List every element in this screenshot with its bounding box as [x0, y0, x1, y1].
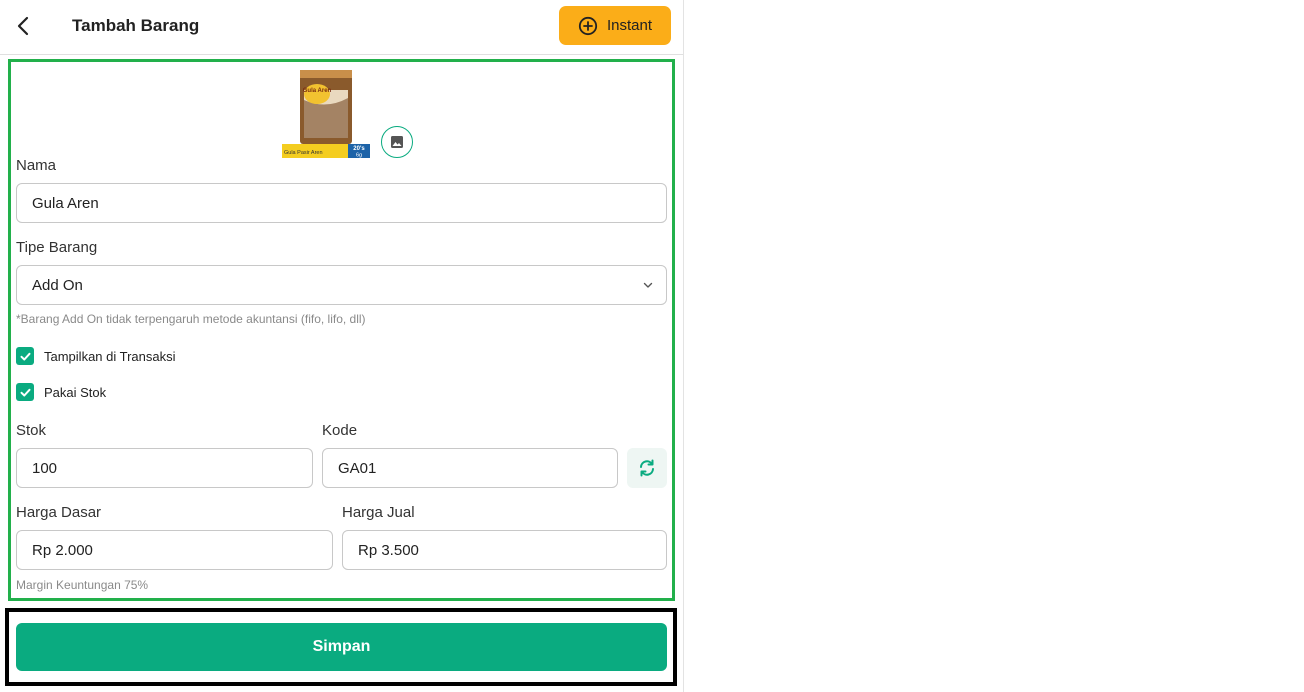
base-price-input[interactable]: Rp 2.000: [16, 530, 333, 570]
product-image-badge-bottom: 6g: [356, 153, 362, 159]
stock-input[interactable]: 100: [16, 448, 313, 488]
name-label: Nama: [16, 157, 57, 174]
item-type-note: *Barang Add On tidak terpengaruh metode …: [16, 312, 366, 326]
product-image-caption: Gula Pasir Aren: [284, 150, 323, 156]
refresh-icon: [640, 459, 654, 477]
instant-button-label: Instant: [606, 17, 653, 34]
page-title: Tambah Barang: [72, 16, 200, 35]
item-type-value: Add On: [32, 276, 83, 294]
use-stock-checkbox[interactable]: Pakai Stok: [16, 383, 106, 401]
chevron-left-icon: [17, 16, 29, 36]
check-icon: [20, 352, 30, 360]
back-button[interactable]: [10, 12, 38, 40]
code-input[interactable]: GA01: [322, 448, 618, 488]
plus-circle-icon: [578, 16, 598, 35]
product-image: Gula Aren Gula Pasir Aren 20's 6g: [282, 70, 370, 158]
show-in-transaction-label: Tampilkan di Transaksi: [44, 348, 176, 364]
instant-button[interactable]: Instant: [559, 6, 671, 45]
chevron-down-icon: [643, 282, 653, 288]
show-in-transaction-checkbox[interactable]: Tampilkan di Transaksi: [16, 347, 176, 365]
profit-margin-text: Margin Keuntungan 75%: [16, 578, 149, 592]
top-bar: Tambah Barang Instant: [0, 0, 683, 55]
base-price-label: Harga Dasar: [16, 504, 102, 521]
save-button[interactable]: Simpan: [16, 623, 667, 671]
stock-label: Stok: [16, 422, 47, 439]
check-icon: [20, 388, 30, 396]
product-image-badge-top: 20's: [353, 146, 365, 152]
app-window: Tambah Barang Instant Gula Aren Gula Pas…: [0, 0, 684, 692]
item-type-label: Tipe Barang: [16, 239, 98, 256]
item-type-select[interactable]: Add On: [16, 265, 667, 305]
product-image-brand: Gula Aren: [303, 88, 332, 94]
checkbox-checked[interactable]: [16, 347, 34, 365]
code-label: Kode: [322, 422, 358, 439]
name-input[interactable]: Gula Aren: [16, 183, 667, 223]
image-icon: [391, 136, 403, 148]
checkbox-checked[interactable]: [16, 383, 34, 401]
use-stock-label: Pakai Stok: [44, 384, 107, 400]
generate-code-button[interactable]: [627, 448, 667, 488]
sell-price-input[interactable]: Rp 3.500: [342, 530, 667, 570]
change-image-button[interactable]: [381, 126, 413, 158]
sell-price-label: Harga Jual: [342, 504, 415, 521]
